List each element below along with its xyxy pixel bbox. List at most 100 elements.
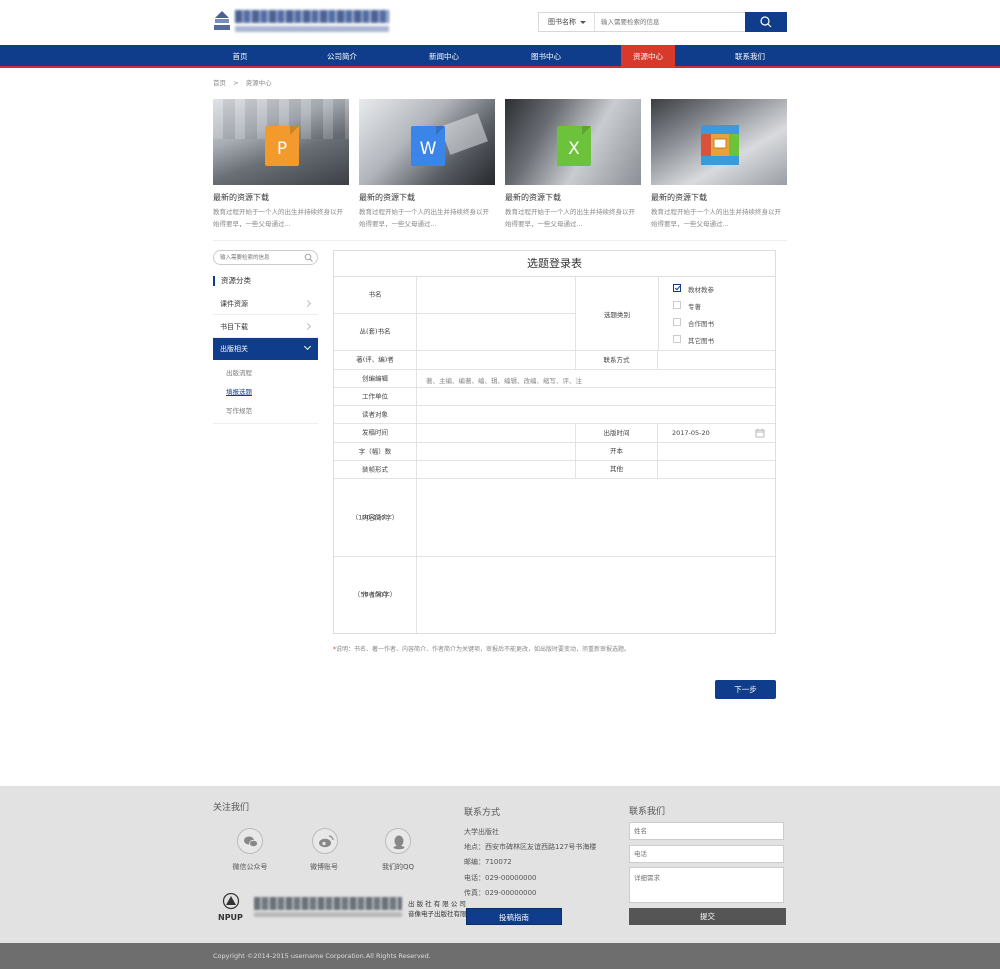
name-field[interactable] [629, 822, 784, 840]
sidebar-item-label: 出版相关 [220, 345, 248, 353]
wechat-icon[interactable] [237, 828, 263, 854]
sidebar-title: 资源分类 [213, 276, 318, 286]
social-label-weibo: 微博账号 [310, 863, 338, 871]
series-name-field[interactable] [418, 314, 575, 350]
search-input[interactable] [601, 15, 741, 29]
word-count-field[interactable] [418, 443, 575, 460]
word-file-icon: W [411, 126, 445, 166]
caret-down-icon [580, 21, 586, 24]
search-icon[interactable] [304, 253, 313, 262]
logo-english-text [235, 26, 389, 32]
sidebar-divider [213, 423, 318, 424]
checkbox-cooperative[interactable] [673, 318, 681, 326]
sidebar-sub-writing[interactable]: 写作规范 [226, 405, 252, 415]
label-binding: 装帧形式 [334, 461, 417, 478]
ppt-file-icon: P [265, 126, 299, 166]
calendar-icon[interactable] [755, 428, 765, 438]
submission-guide-button[interactable]: 投稿指南 [466, 908, 562, 925]
sidebar-sub-topic[interactable]: 填报选题 [226, 386, 252, 396]
nav-about[interactable]: 公司简介 [315, 45, 369, 68]
chevron-right-icon [303, 299, 312, 308]
excel-file-icon: X [557, 126, 591, 166]
resource-card[interactable]: 最新的资源下载 教育过程开始于一个人的出生并持续终身以开始得要早，一些父母通过.… [651, 99, 787, 230]
label-submit-time: 发稿时间 [334, 424, 417, 442]
next-step-button[interactable]: 下一步 [715, 680, 776, 699]
resource-title[interactable]: 最新的资源下载 [213, 192, 349, 203]
content-intro-textarea[interactable] [418, 479, 775, 556]
logo-calligraphy [235, 10, 389, 23]
resource-desc: 教育过程开始于一个人的出生并持续终身以开始得要早，一些父母通过... [213, 208, 343, 228]
resource-title[interactable]: 最新的资源下载 [651, 192, 787, 203]
label-author-role: 创编编辑 [334, 370, 417, 387]
form-note: *说明：书名、著一作者、内容简介、作者简介为关键项，审报后不能更改，如出版时要变… [333, 644, 630, 653]
author-role-options[interactable]: 著、主编、编著、编、辑、编辑、改编、缩写、评、注 [426, 375, 582, 385]
sidebar-item-publishing[interactable]: 出版相关 [213, 338, 318, 360]
label-work-unit: 工作单位 [334, 388, 417, 405]
copyright-text: Copyright ©2014-2015 username Corporatio… [213, 952, 431, 960]
topic-registration-form: 选题登录表 书名 丛(套)书名 选题类别 教材教参 专著 合作图书 其它图书 著… [333, 250, 776, 634]
nav-resources[interactable]: 资源中心 [621, 45, 675, 68]
resource-card[interactable]: X 最新的资源下载 教育过程开始于一个人的出生并持续终身以开始得要早，一些父母通… [505, 99, 641, 230]
checkbox-other-books[interactable] [673, 335, 681, 343]
resource-card[interactable]: W 最新的资源下载 教育过程开始于一个人的出生并持续终身以开始得要早，一些父母通… [359, 99, 495, 230]
topic-category-block: 选题类别 教材教参 专著 合作图书 其它图书 [575, 277, 775, 351]
contact-line: 电话：029-00000000 [464, 874, 537, 882]
chevron-right-icon [303, 322, 312, 331]
contact-line: 地点：西安市碑林区友谊西路127号书海楼 [464, 843, 597, 851]
row-word-format: 字（幅）数 开本 [334, 443, 775, 461]
search-button[interactable] [745, 12, 787, 32]
qq-icon[interactable] [385, 828, 411, 854]
resource-desc: 教育过程开始于一个人的出生并持续终身以开始得要早，一些父母通过... [505, 208, 635, 228]
npup-logo-icon [222, 893, 240, 910]
sidebar-item-catalog[interactable]: 书目下载 [213, 316, 318, 338]
breadcrumb-separator: > [233, 79, 239, 87]
search-category-select[interactable]: 图书名称 [539, 13, 595, 31]
publish-date-field[interactable]: 2017-05-20 [672, 429, 710, 437]
label-word-count: 字（幅）数 [334, 443, 417, 460]
resource-image: P [213, 99, 349, 185]
submit-button[interactable]: 提交 [629, 908, 786, 925]
footer-contact-title: 联系方式 [464, 808, 501, 818]
phone-field[interactable] [629, 845, 784, 863]
contact-line: 邮编：710072 [464, 858, 512, 866]
row-author-role: 创编编辑 著、主编、编著、编、辑、编辑、改编、缩写、评、注 [334, 370, 775, 388]
resource-title[interactable]: 最新的资源下载 [359, 192, 495, 203]
nav-contact[interactable]: 联系我们 [723, 45, 777, 68]
contact-line: 传真：029-00000000 [464, 889, 537, 897]
nav-books[interactable]: 图书中心 [519, 45, 573, 68]
label-author-intro: 作者简介 （50-100字） [334, 557, 417, 633]
submit-time-field[interactable] [418, 424, 575, 442]
sidebar-search-input[interactable] [220, 252, 300, 263]
label-book-name: 书名 [334, 277, 417, 313]
checkbox-label: 教材教参 [688, 286, 714, 294]
sidebar-item-courseware[interactable]: 课件资源 [213, 293, 318, 315]
work-unit-field[interactable] [418, 388, 775, 405]
book-name-field[interactable] [418, 277, 575, 313]
label-readers: 读者对象 [334, 406, 417, 423]
author-intro-textarea[interactable] [418, 557, 775, 633]
readers-field[interactable] [418, 406, 775, 423]
checkbox-monograph[interactable] [673, 301, 681, 309]
checkbox-label: 其它图书 [688, 337, 714, 345]
format-field[interactable] [659, 443, 775, 460]
social-label-qq: 我们的QQ [381, 863, 415, 871]
nav-news[interactable]: 新闻中心 [417, 45, 471, 68]
breadcrumb: 首页 > 资源中心 [213, 77, 272, 87]
contact-field[interactable] [659, 351, 775, 369]
footer-calligraphy [254, 897, 402, 910]
contact-line: 大学出版社 [464, 828, 499, 836]
checkbox-textbook[interactable] [673, 284, 681, 292]
breadcrumb-home[interactable]: 首页 [213, 77, 226, 87]
resource-image: W [359, 99, 495, 185]
detail-textarea[interactable] [629, 867, 784, 903]
author-field[interactable] [418, 351, 575, 369]
site-logo[interactable] [213, 8, 391, 36]
resource-card[interactable]: P 最新的资源下载 教育过程开始于一个人的出生并持续终身以开始得要早，一些父母通… [213, 99, 349, 230]
weibo-icon[interactable] [312, 828, 338, 854]
binding-field[interactable] [418, 461, 575, 478]
other-field[interactable] [659, 461, 775, 478]
nav-home[interactable]: 首页 [213, 45, 267, 68]
sidebar-sub-process[interactable]: 出版流程 [226, 367, 252, 377]
archive-file-icon [701, 125, 739, 165]
resource-title[interactable]: 最新的资源下载 [505, 192, 641, 203]
